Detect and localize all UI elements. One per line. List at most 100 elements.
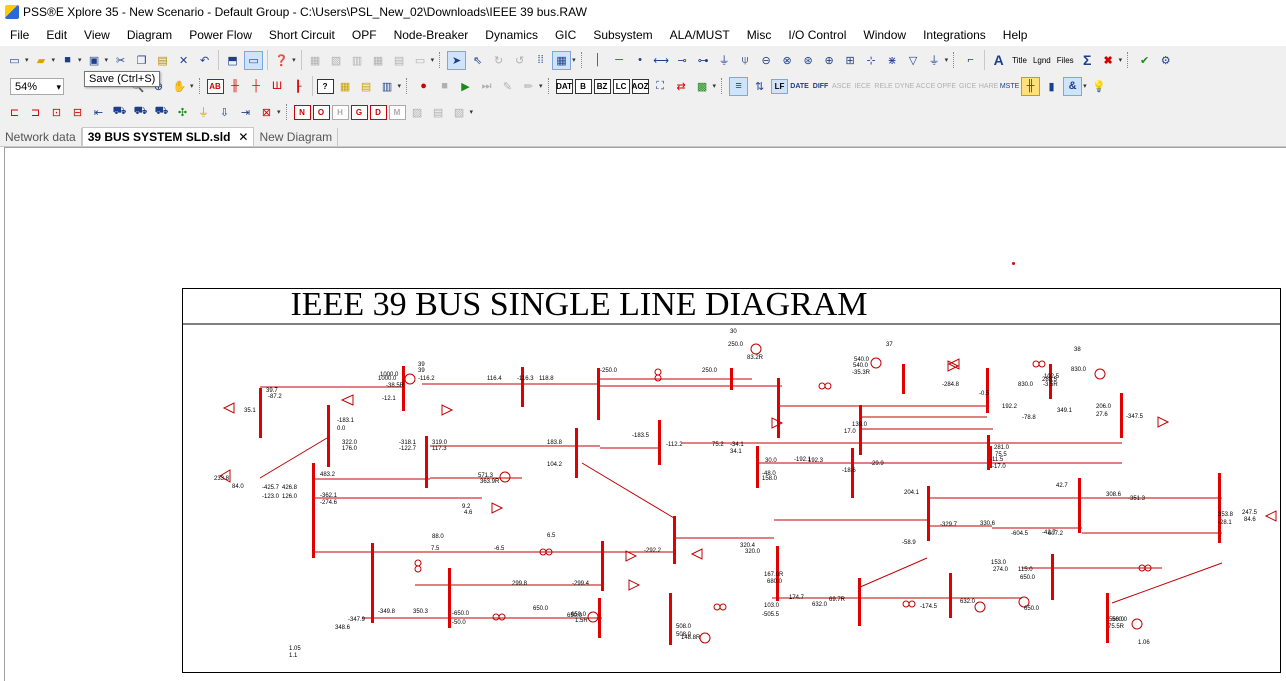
bus-vertical-icon[interactable]: │ (589, 51, 608, 70)
transformer-2w-icon[interactable]: ⊗ (778, 51, 797, 70)
dc-line-icon[interactable]: ⊹ (862, 51, 881, 70)
legend-button[interactable]: Lgnd (1033, 56, 1051, 65)
acce-btn[interactable]: ACCE (916, 77, 935, 96)
dat-icon[interactable]: DAT (555, 78, 573, 94)
filter-g-btn[interactable]: G (350, 104, 368, 120)
facts-icon[interactable]: ⊕ (820, 51, 839, 70)
rotate-a-icon[interactable]: ↻ (489, 51, 508, 70)
zoom-select[interactable]: 54% (10, 77, 64, 96)
snap-grid-icon[interactable]: ▦ (552, 50, 572, 70)
menu-opf[interactable]: OPF (342, 24, 384, 46)
vsc-icon[interactable]: ▽ (904, 51, 923, 70)
play-icon[interactable]: ▶ (456, 77, 475, 96)
menu-edit[interactable]: Edit (36, 24, 74, 46)
menu-window[interactable]: Window (853, 24, 913, 46)
aoz-icon[interactable]: AOZ (631, 78, 649, 94)
induction-icon[interactable]: ⋇ (883, 51, 902, 70)
dyne-btn[interactable]: DYNE (895, 77, 914, 96)
grid-e-icon[interactable]: ▤ (390, 51, 409, 70)
tab-39-bus-system[interactable]: 39 BUS SYSTEM SLD.sld ✕ (81, 127, 255, 146)
asce-btn[interactable]: ASCE (832, 77, 851, 96)
record-icon[interactable]: ● (414, 77, 433, 96)
clear-icon[interactable]: ✖ (1099, 51, 1118, 70)
filter-o-btn[interactable]: O (312, 104, 330, 120)
car-a-icon[interactable]: ⛟ (110, 103, 129, 122)
delete-icon[interactable]: ✕ (174, 51, 193, 70)
hare-btn[interactable]: HARE (979, 77, 998, 96)
lc-icon[interactable]: LC (612, 78, 630, 94)
menu-gic[interactable]: GIC (545, 24, 583, 46)
rotate-b-icon[interactable]: ↺ (510, 51, 529, 70)
gice-btn[interactable]: GICE (958, 77, 977, 96)
ground-icon[interactable]: ⏚ (925, 51, 944, 70)
menu-subsystem[interactable]: Subsystem (583, 24, 659, 46)
battery-icon[interactable]: ▮ (1042, 77, 1061, 96)
new-file-icon[interactable]: ▭ (5, 51, 24, 70)
sum-icon[interactable]: Σ (1078, 51, 1097, 70)
grid-c-icon[interactable]: ▥ (348, 51, 367, 70)
menu-io-control[interactable]: I/O Control (778, 24, 853, 46)
arrow-tb-icon[interactable]: ⇅ (750, 77, 769, 96)
undo-icon[interactable]: ↶ (195, 51, 214, 70)
filter-m-btn[interactable]: M (388, 104, 406, 120)
b-icon[interactable]: B (574, 78, 592, 94)
connect-line-icon[interactable]: ⇥ (236, 103, 255, 122)
tab-network-data[interactable]: Network data (0, 128, 82, 146)
help-icon[interactable]: ❓ (272, 51, 291, 70)
menu-short-circuit[interactable]: Short Circuit (259, 24, 342, 46)
ground-gen-icon[interactable]: ⏚ (194, 103, 213, 122)
flow-icon[interactable]: ⇄ (672, 77, 691, 96)
lf-icon[interactable]: LF (771, 78, 789, 94)
nh-icon[interactable]: ⊠ (257, 103, 276, 122)
pq-bus-icon[interactable]: ⊏ (5, 103, 24, 122)
menu-dynamics[interactable]: Dynamics (475, 24, 545, 46)
image-c-icon[interactable]: ▧ (450, 103, 469, 122)
bus-horizontal-icon[interactable]: ─ (610, 51, 629, 70)
car-c-icon[interactable]: ⛟ (152, 103, 171, 122)
dfax-icon[interactable]: ▥ (378, 77, 397, 96)
menu-view[interactable]: View (74, 24, 117, 46)
map-icon[interactable]: ▩ (693, 77, 712, 96)
grow-icon[interactable]: Ш (268, 77, 287, 96)
annotation-icon[interactable]: ⌐ (961, 51, 980, 70)
connect-icon[interactable]: ┼ (247, 77, 266, 96)
filter-h-btn[interactable]: H (331, 104, 349, 120)
shunt-icon[interactable]: ⍦ (736, 51, 755, 70)
diff-btn[interactable]: DIFF (811, 77, 830, 96)
paste-icon[interactable]: ▤ (153, 51, 172, 70)
save-as-icon[interactable]: ▣ (85, 51, 104, 70)
mste-btn[interactable]: MSTE (1000, 77, 1019, 96)
shunt-down-icon[interactable]: ⇩ (215, 103, 234, 122)
grid-a-icon[interactable]: ▦ (306, 51, 325, 70)
tip-icon[interactable]: 💡 (1090, 77, 1109, 96)
fit-view-icon[interactable]: ▭ (244, 50, 264, 70)
breaker-icon[interactable]: ⊸ (673, 51, 692, 70)
check-icon[interactable]: ✔ (1135, 51, 1154, 70)
opfe-btn[interactable]: OPFE (937, 77, 956, 96)
transformer-3w-icon[interactable]: ⊛ (799, 51, 818, 70)
grid-f-icon[interactable]: ▭ (411, 51, 430, 70)
bz-icon[interactable]: BZ (593, 78, 611, 94)
rele-btn[interactable]: RELE (874, 77, 893, 96)
menu-misc[interactable]: Misc (737, 24, 779, 46)
menu-diagram[interactable]: Diagram (117, 24, 179, 46)
swing-bus-icon[interactable]: ⊡ (47, 103, 66, 122)
tab-new-diagram[interactable]: New Diagram (254, 128, 339, 146)
gen-wind-icon[interactable]: ✣ (173, 103, 192, 122)
grid-b-icon[interactable]: ▧ (327, 51, 346, 70)
menu-integrations[interactable]: Integrations (913, 24, 993, 46)
diagram-view-icon[interactable]: ⬒ (223, 51, 242, 70)
pointer-mode-icon[interactable]: ⇖ (468, 51, 487, 70)
image-a-icon[interactable]: ▨ (408, 103, 427, 122)
pv-bus-icon[interactable]: ⊐ (26, 103, 45, 122)
all-bus-icon[interactable]: AB (206, 78, 224, 94)
copy-icon[interactable]: ❐ (132, 51, 151, 70)
image-b-icon[interactable]: ▤ (429, 103, 448, 122)
date-btn[interactable]: DATE (790, 77, 809, 96)
iece-btn[interactable]: IECE (853, 77, 872, 96)
bus-sld-icon[interactable]: ╫ (226, 77, 245, 96)
menu-file[interactable]: File (0, 24, 36, 46)
menu-node-breaker[interactable]: Node-Breaker (384, 24, 476, 46)
car-b-icon[interactable]: ⛟ (131, 103, 150, 122)
qv-bus-icon[interactable]: ⊟ (68, 103, 87, 122)
